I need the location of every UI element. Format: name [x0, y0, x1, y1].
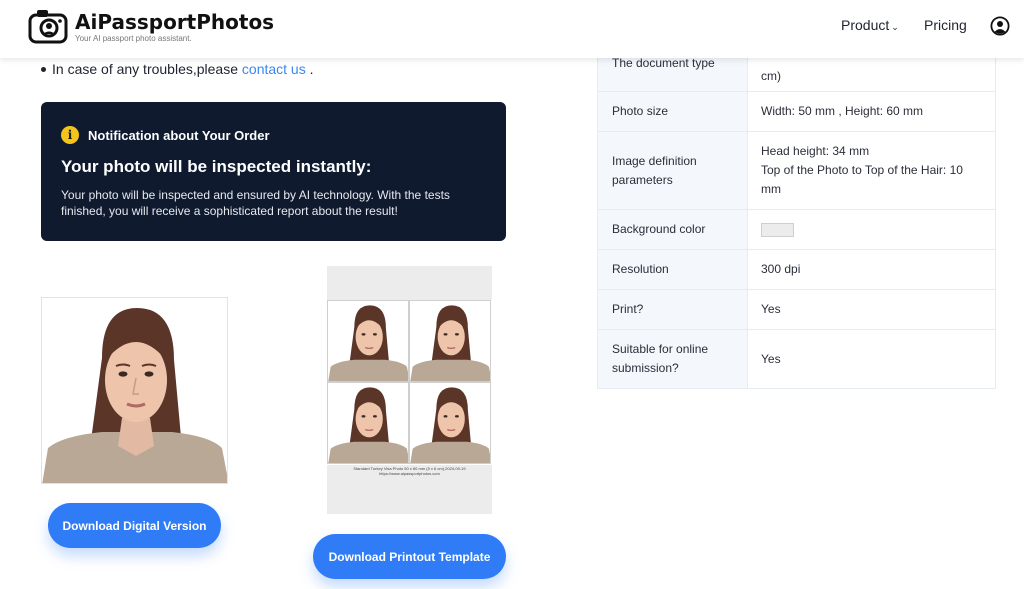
spec-key: Resolution: [597, 249, 748, 290]
nav-pricing[interactable]: Pricing: [924, 17, 967, 33]
print-photo-grid: [327, 300, 492, 465]
spec-key: Photo size: [597, 91, 748, 132]
spec-key: Print?: [597, 289, 748, 330]
bullet-text: In case of any troubles,please: [52, 61, 242, 77]
table-row: Photo size Width: 50 mm , Height: 60 mm: [597, 91, 996, 132]
print-sheet-caption: Standard Turkey Visa Photo 50 x 60 mm (5…: [327, 466, 492, 476]
spec-key: Background color: [597, 209, 748, 250]
logo-title: AiPassportPhotos: [75, 9, 275, 34]
spec-value: Width: 50 mm , Height: 60 mm: [747, 91, 996, 132]
nav-product[interactable]: Product ⌄: [841, 17, 899, 33]
portrait-image: [410, 301, 490, 381]
table-row: Resolution 300 dpi: [597, 249, 996, 290]
top-header: AiPassportPhotos Your AI passport photo …: [0, 0, 1024, 58]
spec-value-text: cm): [761, 68, 781, 83]
brand-logo[interactable]: AiPassportPhotos Your AI passport photo …: [28, 8, 274, 44]
download-printout-button[interactable]: Download Printout Template: [313, 534, 506, 579]
spec-value-line2: Top of the Photo to Top of the Hair: 10 …: [761, 163, 963, 196]
spec-key: Image definition parameters: [597, 131, 748, 210]
order-notification-card: i Notification about Your Order Your pho…: [41, 102, 506, 241]
spec-value: Yes: [747, 329, 996, 389]
background-color-swatch: [761, 222, 794, 237]
spec-value: 300 dpi: [747, 249, 996, 290]
contact-us-link[interactable]: contact us: [242, 61, 306, 77]
portrait-image: [328, 301, 408, 381]
logo-subtitle: Your AI passport photo assistant.: [75, 33, 192, 43]
spec-value: [747, 209, 996, 250]
table-row: Background color: [597, 209, 996, 250]
spec-value: Head height: 34 mm Top of the Photo to T…: [747, 131, 996, 210]
print-photo-cell: [327, 382, 409, 464]
info-icon: i: [61, 126, 79, 144]
print-photo-cell: [327, 300, 409, 382]
digital-photo-preview: [41, 297, 228, 484]
table-row: Suitable for online submission? Yes: [597, 329, 996, 389]
bullet-suffix: .: [305, 61, 314, 77]
spec-value-line1: Head height: 34 mm: [761, 144, 870, 158]
notification-heading: Your photo will be inspected instantly:: [61, 157, 372, 176]
notification-title: Notification about Your Order: [88, 127, 270, 143]
troubles-bullet: In case of any troubles,please contact u…: [41, 61, 314, 77]
user-account-icon[interactable]: [990, 16, 1010, 36]
nav-product-label: Product: [841, 17, 890, 33]
printout-template-preview: Standard Turkey Visa Photo 50 x 60 mm (5…: [327, 266, 492, 514]
bullet-dot: [41, 66, 46, 72]
print-caption-url: https://www.aipassportphotos.com: [379, 471, 440, 476]
notification-body: Your photo will be inspected and ensured…: [61, 188, 450, 218]
spec-key: Suitable for online submission?: [597, 329, 748, 389]
chevron-down-icon: ⌄: [891, 22, 899, 32]
camera-passport-icon: [28, 10, 68, 44]
portrait-image: [42, 298, 227, 483]
download-digital-button[interactable]: Download Digital Version: [48, 503, 221, 548]
table-row: Image definition parameters Head height:…: [597, 131, 996, 210]
print-photo-cell: [409, 382, 491, 464]
spec-value: Yes: [747, 289, 996, 330]
portrait-image: [328, 383, 408, 463]
table-row: Print? Yes: [597, 289, 996, 330]
print-photo-cell: [409, 300, 491, 382]
photo-spec-table: The document type cm) Photo size Width: …: [597, 50, 996, 389]
portrait-image: [410, 383, 490, 463]
